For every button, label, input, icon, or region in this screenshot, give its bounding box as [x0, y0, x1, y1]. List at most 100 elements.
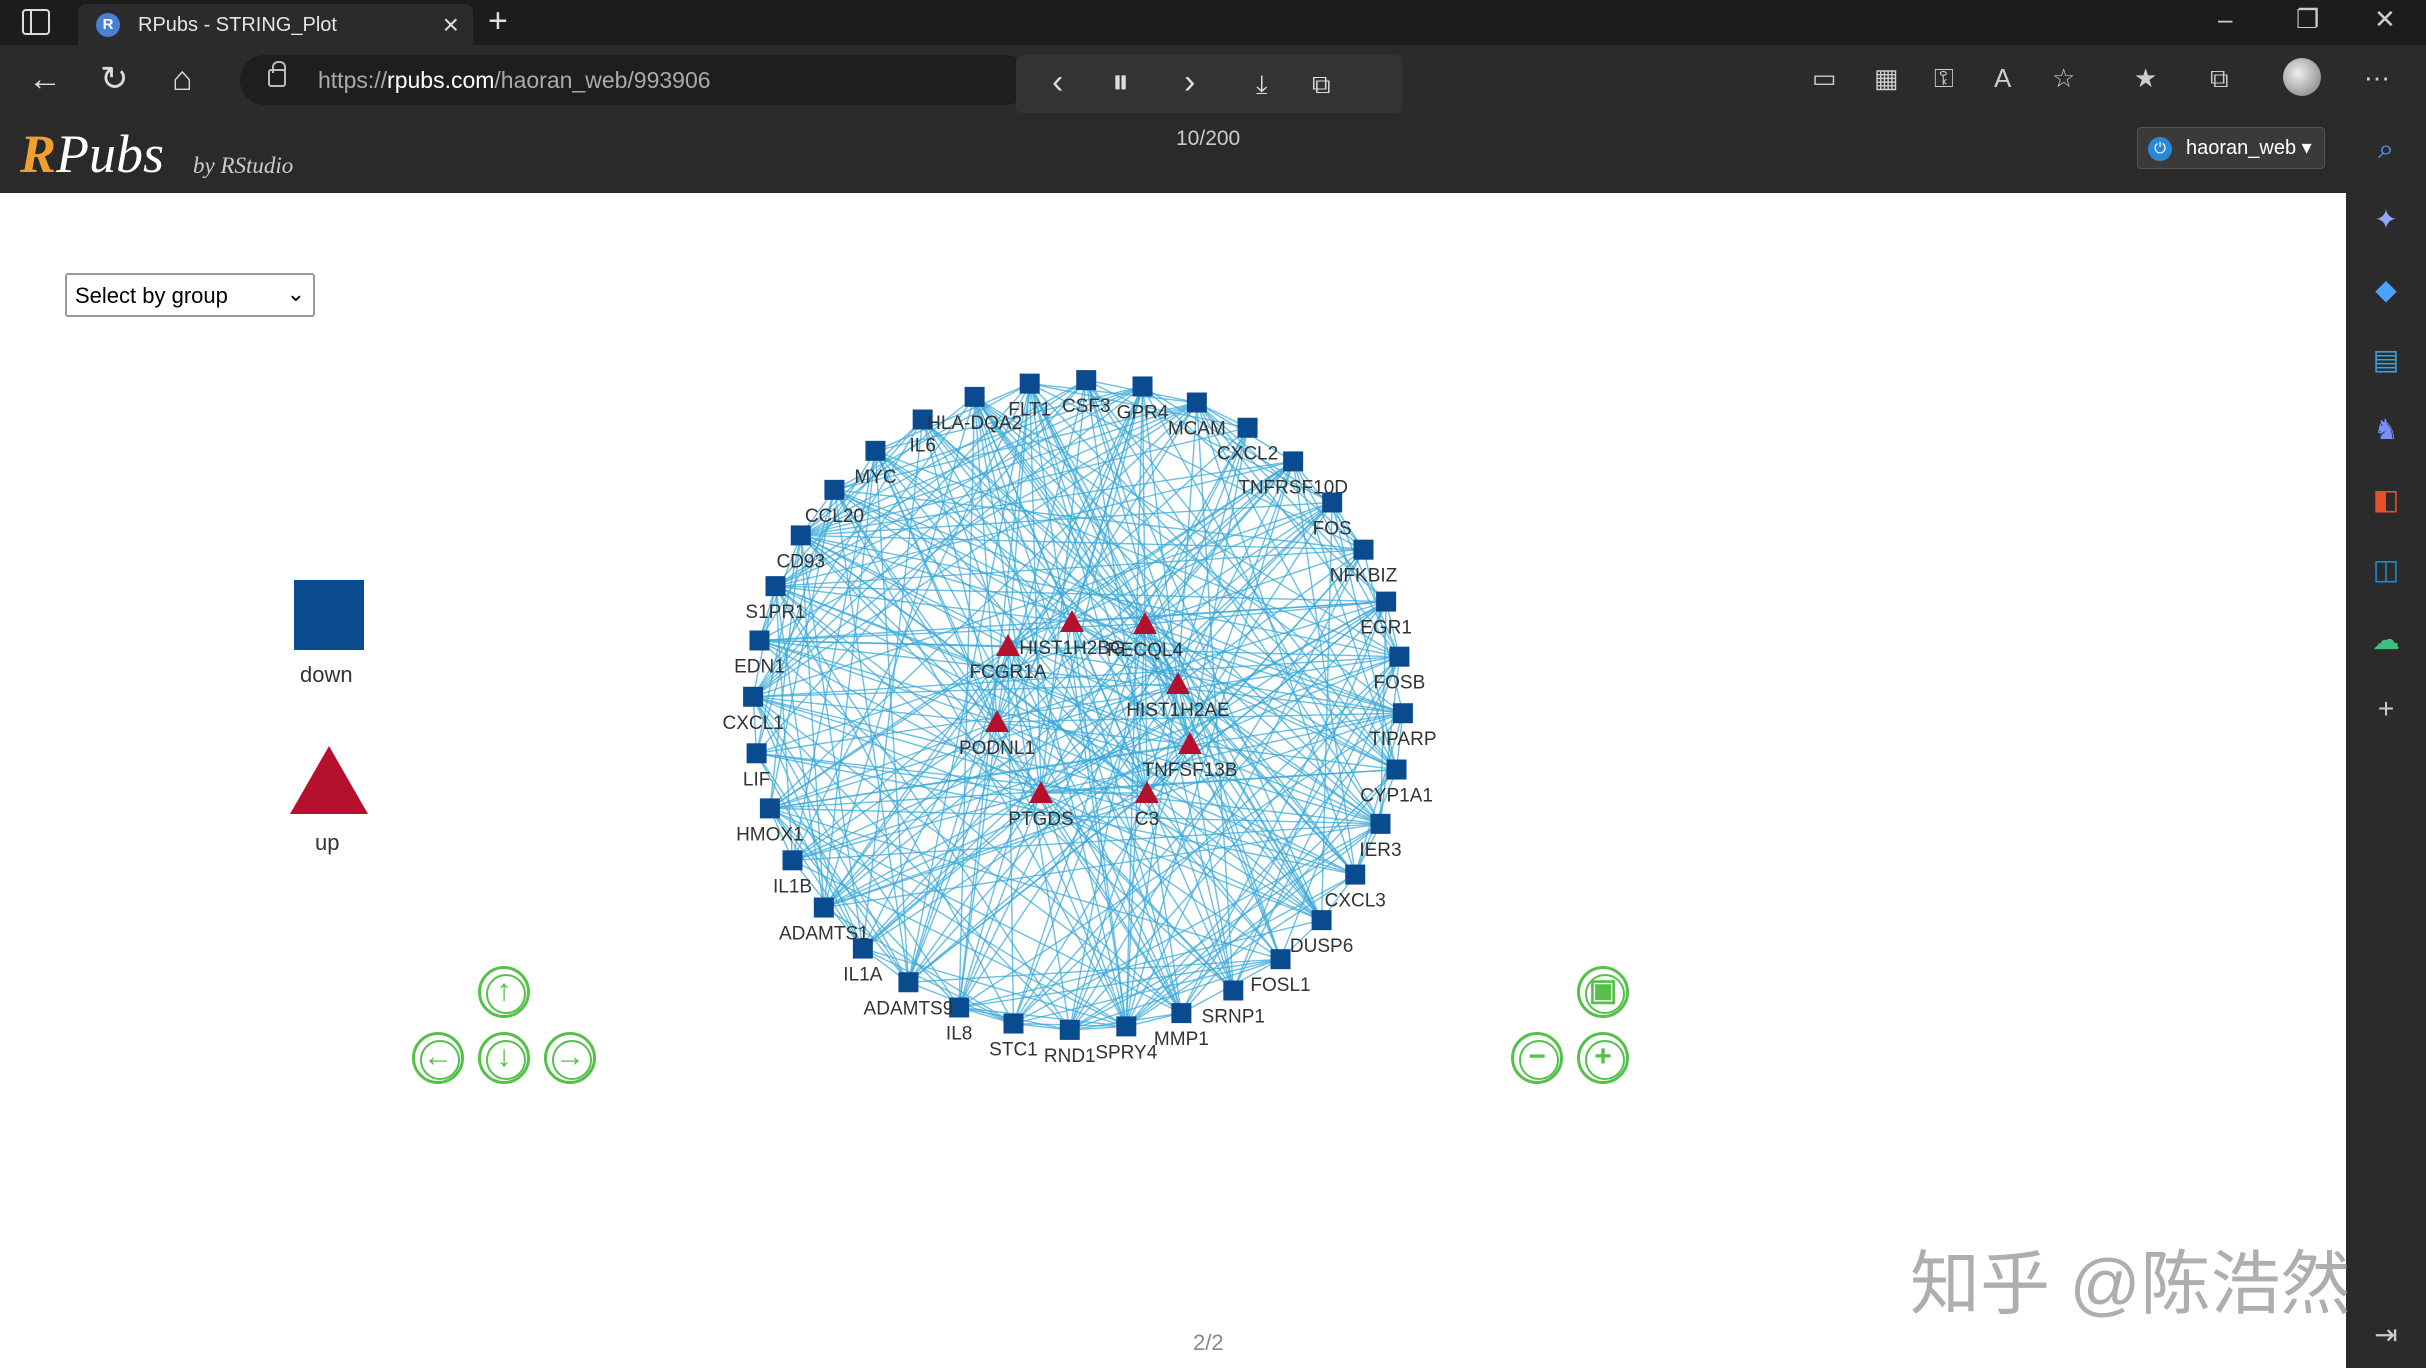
node-square-icon[interactable] — [1386, 759, 1407, 780]
network-node-stc1[interactable]: STC1 — [989, 1013, 1038, 1061]
zhihu-watermark: 知乎 @陈浩然 — [1910, 1245, 2351, 1323]
node-square-icon[interactable] — [1345, 864, 1366, 885]
node-square-icon[interactable] — [1019, 373, 1040, 394]
pan-left-button[interactable]: ← — [412, 1032, 464, 1084]
node-square-icon[interactable] — [743, 686, 764, 707]
node-square-icon[interactable] — [898, 972, 919, 993]
node-label: MMP1 — [1154, 1029, 1209, 1050]
network-node-cxcl2[interactable]: CXCL2 — [1217, 417, 1278, 465]
node-label: NFKBIZ — [1330, 566, 1398, 587]
drop-icon[interactable]: ☁ — [2346, 623, 2426, 656]
toolbox-icon[interactable]: ▤ — [2346, 343, 2426, 376]
network-edge — [874, 450, 1183, 1014]
node-label: HLA-DQA2 — [927, 413, 1022, 434]
copilot-icon[interactable]: ✦ — [2346, 203, 2426, 236]
node-label: SPRY4 — [1095, 1042, 1157, 1063]
node-square-icon[interactable] — [746, 743, 767, 764]
more-icon[interactable]: ⋯ — [2364, 63, 2390, 94]
node-square-icon[interactable] — [813, 897, 834, 918]
edge-sidebar: ⌕ ✦ ◆ ▤ ♞ ◧ ◫ ☁ + ⇥ — [2346, 113, 2426, 1368]
node-square-icon[interactable] — [782, 850, 803, 871]
zoom-out-button[interactable]: − — [1511, 1032, 1563, 1084]
office-icon[interactable]: ◧ — [2346, 483, 2426, 516]
node-label: RND1 — [1044, 1046, 1096, 1067]
close-window-icon[interactable]: ✕ — [2374, 4, 2396, 35]
node-label: EDN1 — [734, 656, 785, 677]
node-label: IL8 — [946, 1023, 972, 1044]
network-edge — [752, 696, 864, 949]
node-square-icon[interactable] — [1237, 417, 1258, 438]
node-label: IL1B — [773, 876, 812, 897]
node-label: IER3 — [1359, 840, 1401, 861]
node-square-icon[interactable] — [1059, 1019, 1080, 1040]
add-sidebar-icon[interactable]: + — [2346, 693, 2426, 725]
node-square-icon[interactable] — [1116, 1016, 1137, 1037]
node-label: GPR4 — [1117, 402, 1169, 423]
sidebar-collapse-icon[interactable]: ⇥ — [2346, 1318, 2426, 1351]
network-node-il1a[interactable]: IL1A — [843, 938, 883, 986]
node-square-icon[interactable] — [1171, 1003, 1192, 1024]
node-square-icon[interactable] — [790, 525, 811, 546]
network-node-fosb[interactable]: FOSB — [1374, 646, 1426, 694]
node-square-icon[interactable] — [1322, 492, 1343, 513]
node-label: CSF3 — [1062, 396, 1111, 417]
node-label: EGR1 — [1360, 618, 1412, 639]
node-square-icon[interactable] — [1370, 813, 1391, 834]
zoom-in-button[interactable]: + — [1577, 1032, 1629, 1084]
network-node-dusp6[interactable]: DUSP6 — [1290, 910, 1353, 957]
node-square-icon[interactable] — [824, 479, 845, 500]
network-node-mmp1[interactable]: MMP1 — [1154, 1003, 1209, 1050]
node-label: ADAMTS1 — [779, 924, 869, 945]
node-label: DUSP6 — [1290, 936, 1353, 957]
node-label: MCAM — [1168, 419, 1226, 440]
node-label: RECQL4 — [1107, 640, 1183, 661]
node-label: SRNP1 — [1202, 1006, 1265, 1027]
node-square-icon[interactable] — [1223, 980, 1244, 1001]
node-label: PODNL1 — [959, 738, 1035, 759]
node-square-icon[interactable] — [1186, 392, 1207, 413]
node-label: CD93 — [776, 551, 825, 572]
node-label: CCL20 — [805, 506, 864, 527]
node-label: TIPARP — [1369, 729, 1436, 750]
node-square-icon[interactable] — [1353, 539, 1374, 560]
node-label: FOS — [1313, 518, 1352, 539]
node-square-icon[interactable] — [1283, 451, 1304, 472]
node-square-icon[interactable] — [1076, 370, 1097, 391]
node-label: IL6 — [909, 436, 935, 457]
footer-page-number: 2/2 — [1193, 1330, 1224, 1355]
pan-right-button[interactable]: → — [544, 1032, 596, 1084]
fit-view-button[interactable]: ▣ — [1577, 966, 1629, 1018]
network-edge — [823, 823, 1381, 909]
outlook-icon[interactable]: ◫ — [2346, 553, 2426, 586]
node-square-icon[interactable] — [765, 576, 786, 597]
node-square-icon[interactable] — [1376, 591, 1397, 612]
node-square-icon[interactable] — [1389, 646, 1410, 667]
node-square-icon[interactable] — [1003, 1013, 1024, 1034]
string-network-graph[interactable]: FLT1 CSF3 GPR4MCAMCXCL2TNFRSF10DFOSNFKBIZE… — [0, 0, 2346, 1368]
pan-up-button[interactable]: ↑ — [478, 966, 530, 1018]
node-square-icon[interactable] — [1270, 949, 1291, 970]
network-edge — [753, 696, 1191, 745]
games-icon[interactable]: ♞ — [2346, 413, 2426, 446]
node-label: FCGR1A — [969, 662, 1046, 683]
node-square-icon[interactable] — [1132, 376, 1153, 397]
pan-down-button[interactable]: ↓ — [478, 1032, 530, 1084]
node-square-icon[interactable] — [865, 440, 886, 461]
node-label: FOSB — [1374, 673, 1426, 694]
node-square-icon[interactable] — [1392, 703, 1413, 724]
node-label: CXCL2 — [1217, 444, 1278, 465]
network-node-csf3[interactable]: CSF3 — [1062, 370, 1111, 417]
node-label: LIF — [743, 769, 770, 790]
node-label: S1PR1 — [745, 602, 805, 623]
tag-icon[interactable]: ◆ — [2346, 273, 2426, 306]
node-square-icon[interactable] — [964, 386, 985, 407]
search-icon[interactable]: ⌕ — [2346, 133, 2426, 166]
node-label: PTGDS — [1008, 809, 1073, 830]
network-node-adamts1[interactable]: ADAMTS1 — [779, 897, 869, 945]
network-node-il1b[interactable]: IL1B — [773, 850, 812, 897]
network-edge — [800, 534, 1381, 825]
node-label: HMOX1 — [736, 824, 804, 845]
node-square-icon[interactable] — [749, 630, 770, 651]
node-square-icon[interactable] — [759, 798, 780, 819]
node-square-icon[interactable] — [1311, 910, 1332, 931]
